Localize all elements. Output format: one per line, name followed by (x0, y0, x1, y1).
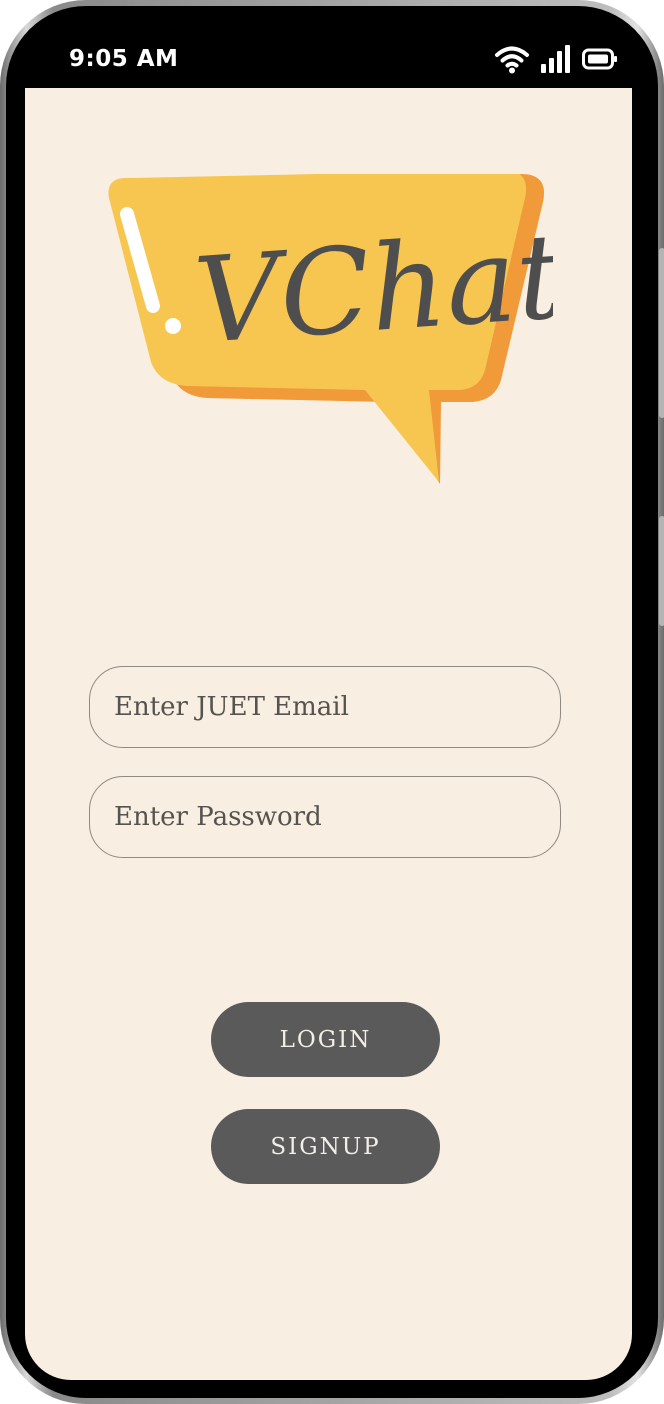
battery-icon (582, 47, 618, 76)
email-field[interactable] (89, 666, 561, 748)
logo-text: VChat (190, 207, 553, 370)
signup-button[interactable]: SIGNUP (211, 1109, 440, 1184)
signal-icon (540, 44, 572, 79)
login-button[interactable]: LOGIN (211, 1002, 440, 1077)
volume-button (659, 248, 664, 418)
status-time: 9:05 AM (69, 46, 179, 72)
status-icons (494, 44, 618, 78)
vchat-logo: VChat (108, 174, 553, 484)
wifi-icon (494, 44, 530, 79)
password-field[interactable] (89, 776, 561, 858)
status-bar: 9:05 AM (25, 36, 632, 88)
login-screen: VChat LOGIN SIGNUP (25, 88, 632, 1380)
power-button (659, 516, 664, 626)
